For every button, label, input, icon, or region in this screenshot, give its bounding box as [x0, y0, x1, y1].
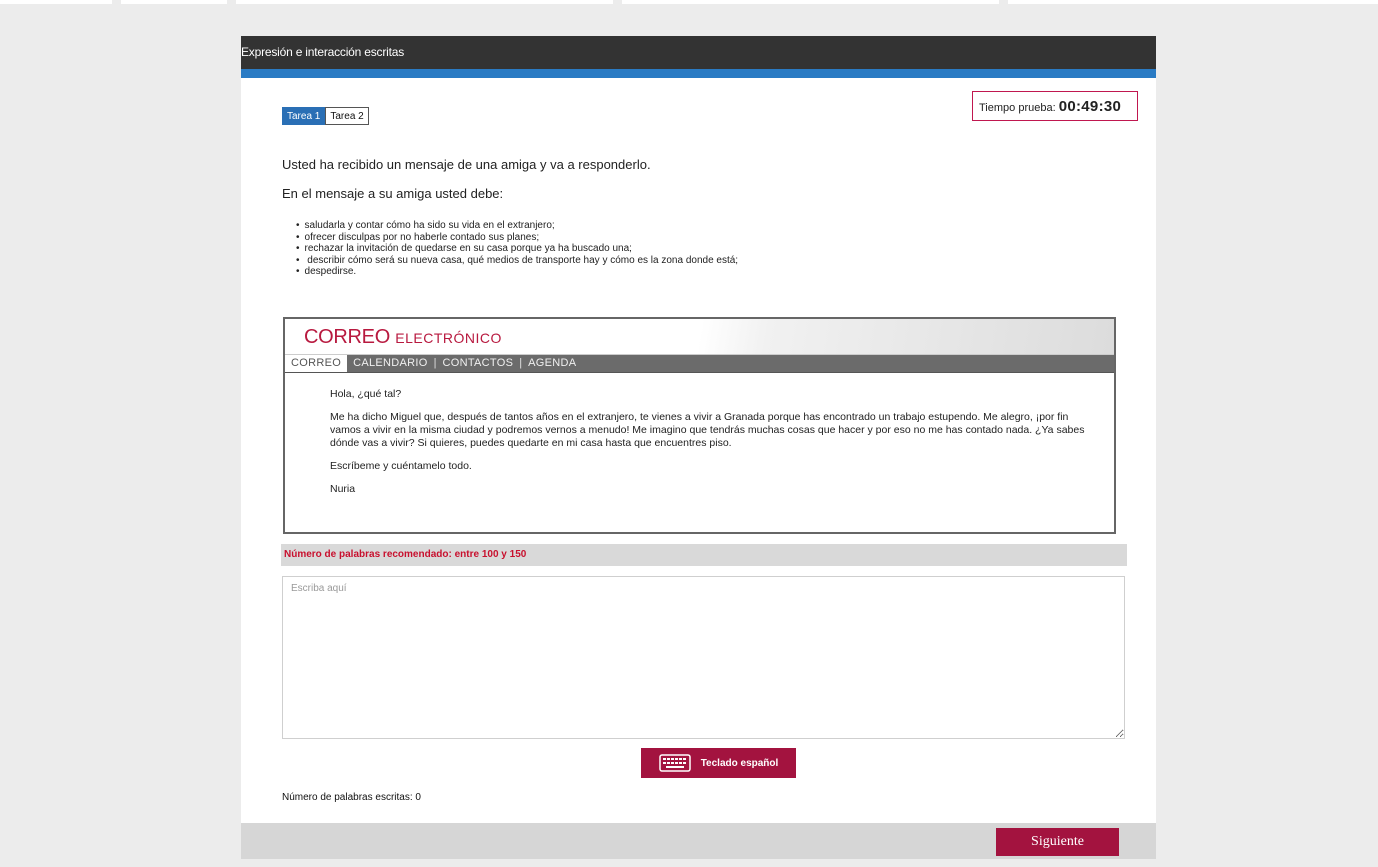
answer-textarea[interactable]	[282, 576, 1125, 739]
email-title-sub: ELECTRÓNICO	[395, 330, 502, 346]
keyboard-button-label: Teclado español	[700, 757, 779, 769]
email-body: Hola, ¿qué tal? Me ha dicho Miguel que, …	[285, 373, 1114, 496]
tab-tarea-1[interactable]: Tarea 1	[282, 107, 326, 125]
word-recommendation: Número de palabras recomendado: entre 10…	[281, 544, 1127, 566]
exam-panel: Expresión e interacción escritas Tarea 1…	[241, 36, 1156, 859]
list-item: saludarla y contar cómo ha sido su vida …	[296, 220, 738, 232]
email-title-main: CORREO	[304, 326, 390, 348]
word-count: Número de palabras escritas: 0	[282, 792, 421, 803]
timer-value: 00:49:30	[1058, 98, 1122, 115]
list-item: ofrecer disculpas por no haberle contado…	[296, 232, 738, 244]
instruction-intro: Usted ha recibido un mensaje de una amig…	[282, 157, 651, 172]
nav-calendario[interactable]: CALENDARIO	[347, 355, 434, 372]
list-item: despedirse.	[296, 266, 738, 278]
email-paragraph: Me ha dicho Miguel que, después de tanto…	[330, 411, 1085, 449]
task-tabs: Tarea 1 Tarea 2	[282, 107, 369, 125]
list-item: describir cómo será su nueva casa, qué m…	[296, 255, 738, 267]
word-count-label: Número de palabras escritas:	[282, 792, 413, 803]
keyboard-icon	[658, 754, 691, 772]
spanish-keyboard-button[interactable]: Teclado español	[641, 748, 796, 778]
footer-bar: Siguiente	[241, 823, 1156, 859]
email-closing: Escríbeme y cuéntamelo todo.	[330, 460, 472, 472]
test-timer: Tiempo prueba: 00:49:30	[972, 91, 1138, 121]
nav-correo[interactable]: CORREO	[285, 355, 348, 372]
section-title: Expresión e interacción escritas	[241, 45, 405, 59]
top-strip	[0, 0, 1378, 4]
nav-agenda[interactable]: AGENDA	[522, 355, 582, 372]
email-greeting: Hola, ¿qué tal?	[330, 388, 402, 400]
email-header: CORREO ELECTRÓNICO	[285, 319, 1114, 355]
instruction-list: saludarla y contar cómo ha sido su vida …	[296, 220, 739, 278]
section-header: Expresión e interacción escritas	[241, 36, 1156, 78]
word-count-value: 0	[415, 792, 421, 803]
next-button[interactable]: Siguiente	[996, 828, 1119, 856]
email-nav: CORREO CALENDARIO | CONTACTOS | AGENDA	[285, 355, 1114, 373]
email-app-title: CORREO ELECTRÓNICO	[304, 326, 502, 349]
nav-contactos[interactable]: CONTACTOS	[436, 355, 519, 372]
tab-tarea-2[interactable]: Tarea 2	[325, 107, 369, 125]
instruction-lead: En el mensaje a su amiga usted debe:	[282, 186, 504, 201]
list-item: rechazar la invitación de quedarse en su…	[296, 243, 738, 255]
email-signature: Nuria	[330, 483, 356, 495]
email-window: CORREO ELECTRÓNICO CORREO CALENDARIO | C…	[283, 317, 1116, 534]
timer-label: Tiempo prueba:	[979, 102, 1056, 114]
